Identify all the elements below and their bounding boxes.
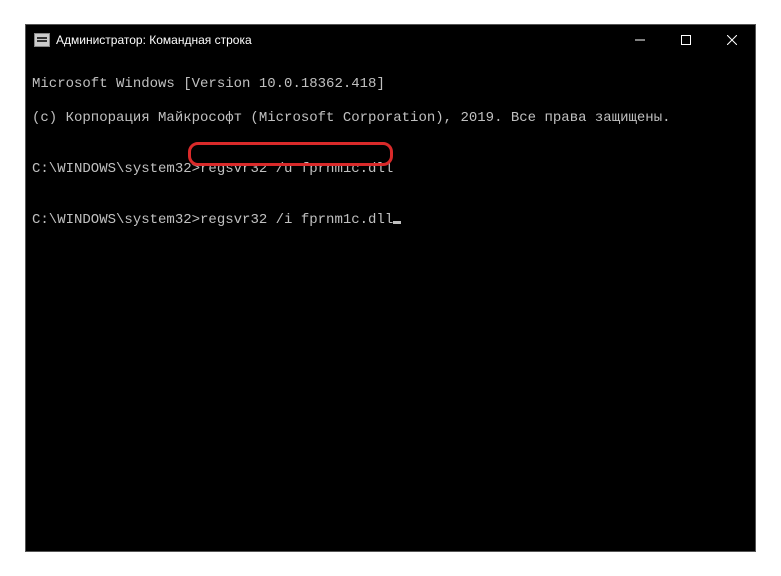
output-line: (c) Корпорация Майкрософт (Microsoft Cor… [32, 110, 749, 127]
minimize-button[interactable] [617, 25, 663, 55]
command-prompt-window: Администратор: Командная строка Microsof… [25, 24, 756, 552]
window-controls [617, 25, 755, 55]
current-prompt-line: C:\WINDOWS\system32>regsvr32 /i fprnm1c.… [32, 212, 401, 229]
terminal-output[interactable]: Microsoft Windows [Version 10.0.18362.41… [26, 55, 755, 551]
window-title: Администратор: Командная строка [56, 33, 252, 47]
cmd-icon [34, 33, 50, 47]
titlebar[interactable]: Администратор: Командная строка [26, 25, 755, 55]
prompt-line: C:\WINDOWS\system32>regsvr32 /u fprnm1c.… [32, 161, 749, 178]
command-text: regsvr32 /u fprnm1c.dll [200, 161, 393, 177]
maximize-button[interactable] [663, 25, 709, 55]
close-button[interactable] [709, 25, 755, 55]
text-cursor [393, 221, 401, 224]
prompt-path: C:\WINDOWS\system32> [32, 161, 200, 177]
output-line: Microsoft Windows [Version 10.0.18362.41… [32, 76, 749, 93]
prompt-path: C:\WINDOWS\system32> [32, 212, 200, 228]
command-input: regsvr32 /i fprnm1c.dll [200, 212, 393, 228]
